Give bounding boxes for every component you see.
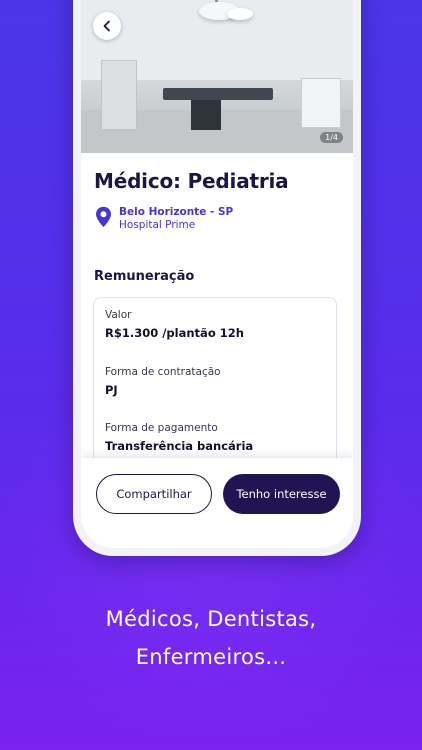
field-value: PJ	[105, 383, 118, 397]
hospital-photo[interactable]	[81, 0, 353, 153]
promo-tagline: Médicos, Dentistas, Enfermeiros...	[0, 600, 422, 676]
promo-line-2: Enfermeiros...	[135, 645, 287, 669]
field-label: Forma de contratação	[105, 366, 221, 378]
map-pin-icon	[95, 206, 112, 228]
back-button[interactable]	[93, 12, 121, 40]
phone-frame: 1/4 Médico: Pediatria Belo Horizonte - S…	[73, 0, 361, 556]
field-label: Valor	[105, 309, 132, 321]
job-title: Médico: Pediatria	[94, 169, 289, 193]
promo-line-1: Médicos, Dentistas,	[105, 607, 317, 631]
interest-button[interactable]: Tenho interesse	[223, 474, 340, 514]
hospital-name: Hospital Prime	[119, 219, 196, 231]
chevron-left-icon	[101, 17, 113, 36]
app-screen: 1/4 Médico: Pediatria Belo Horizonte - S…	[81, 0, 353, 548]
remuneration-heading: Remuneração	[94, 269, 195, 284]
gallery-counter: 1/4	[320, 132, 343, 143]
field-value: Transferência bancária	[105, 439, 254, 453]
location-city: Belo Horizonte - SP	[119, 206, 234, 218]
field-label: Forma de pagamento	[105, 422, 218, 434]
field-value: R$1.300 /plantão 12h	[105, 326, 244, 340]
action-bar: Compartilhar Tenho interesse	[81, 458, 353, 548]
share-button[interactable]: Compartilhar	[96, 474, 212, 514]
